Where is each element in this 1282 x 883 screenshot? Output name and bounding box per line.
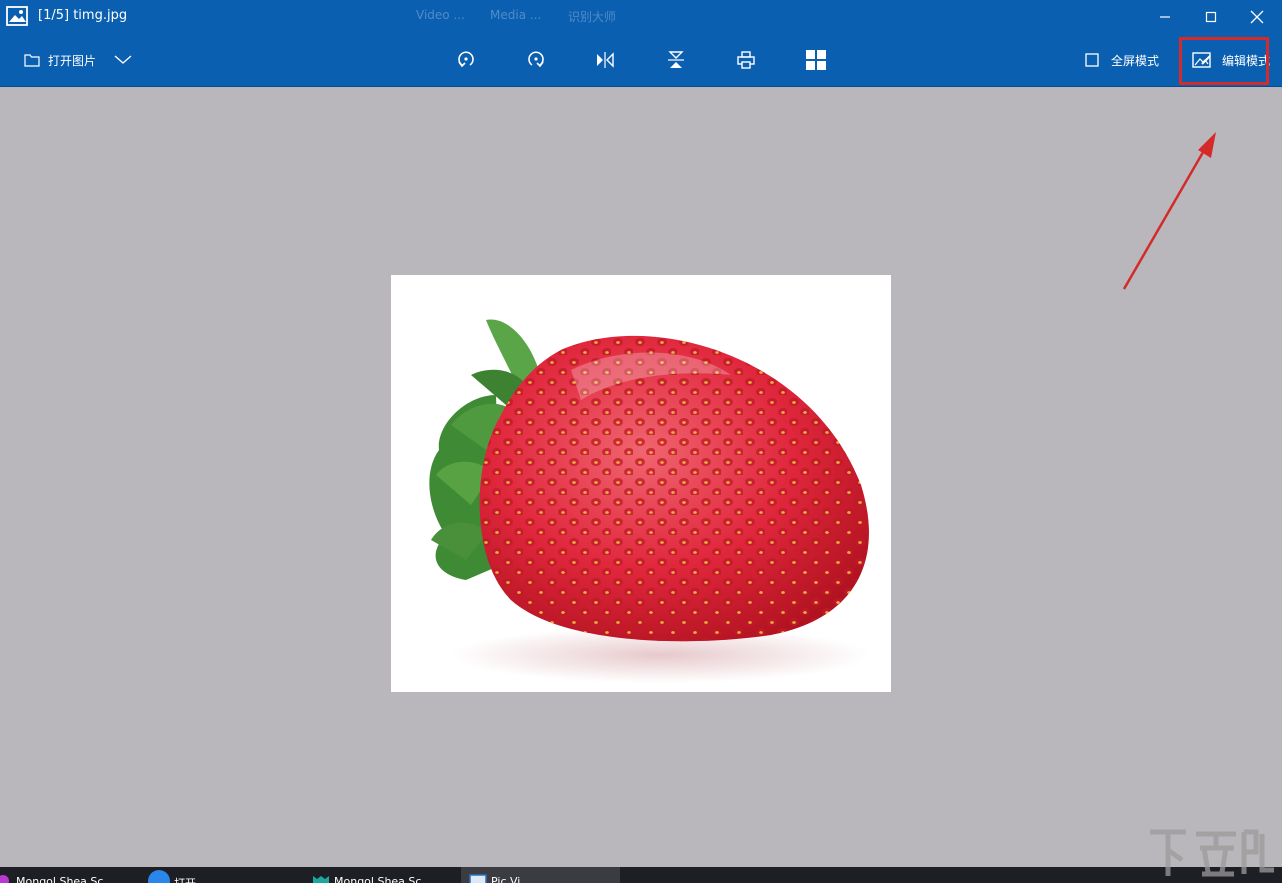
send-app-icon [148,870,170,883]
rotate-left-icon [458,51,474,68]
title-bar: [1/5] timg.jpg Video ... Media ... 识别大师 [0,0,1282,34]
chevron-down-icon [114,55,132,64]
rotate-right-icon [528,51,544,68]
maximize-button[interactable] [1188,0,1234,34]
flip-vertical-button[interactable] [664,48,688,72]
minimize-icon [1160,16,1170,18]
strawberry-image [429,319,871,683]
flip-vertical-icon [668,51,684,68]
window-title: [1/5] timg.jpg [38,8,128,23]
minimize-button[interactable] [1142,0,1188,34]
annotation-highlight-box [1179,37,1269,85]
folder-icon [24,54,40,67]
taskbar-item[interactable]: Mongol Shea Sc... [312,867,458,883]
maximize-icon [1205,11,1217,23]
app-icon [0,875,9,883]
print-icon [737,51,755,69]
main-toolbar: 打开图片 全屏模式 编辑模式 [0,34,1282,87]
taskbar: Mongol Shea Sc... 打开... Mongol Shea Sc..… [0,867,1282,883]
fullscreen-checkbox-icon [1085,53,1099,67]
grid-view-icon [806,50,826,70]
open-image-label: 打开图片 [48,53,97,68]
background-tab-text: Media ... [490,8,542,22]
owl-app-icon [313,876,329,883]
taskbar-item[interactable]: Mongol Shea Sc... [0,867,140,883]
open-dropdown-button[interactable] [112,50,134,70]
close-icon [1250,10,1264,24]
taskbar-item-active[interactable]: Pic Vi... [461,867,620,883]
flip-horizontal-icon [597,52,614,68]
close-button[interactable] [1234,0,1280,34]
taskbar-item[interactable]: 打开... [148,867,298,883]
displayed-image [391,275,891,692]
image-app-icon [6,6,28,30]
rotate-right-button[interactable] [524,48,548,72]
open-image-button[interactable]: 打开图片 [24,50,96,70]
background-tab-text: Video ... [416,8,465,22]
fullscreen-mode-label: 全屏模式 [1111,53,1160,68]
print-button[interactable] [734,48,758,72]
image-viewer-app-icon [469,874,487,883]
fullscreen-mode-button[interactable]: 全屏模式 [1085,50,1159,70]
rotate-left-button[interactable] [454,48,478,72]
background-tab-text: 识别大师 [568,10,617,24]
flip-horizontal-button[interactable] [593,48,617,72]
grid-view-button[interactable] [804,48,828,72]
